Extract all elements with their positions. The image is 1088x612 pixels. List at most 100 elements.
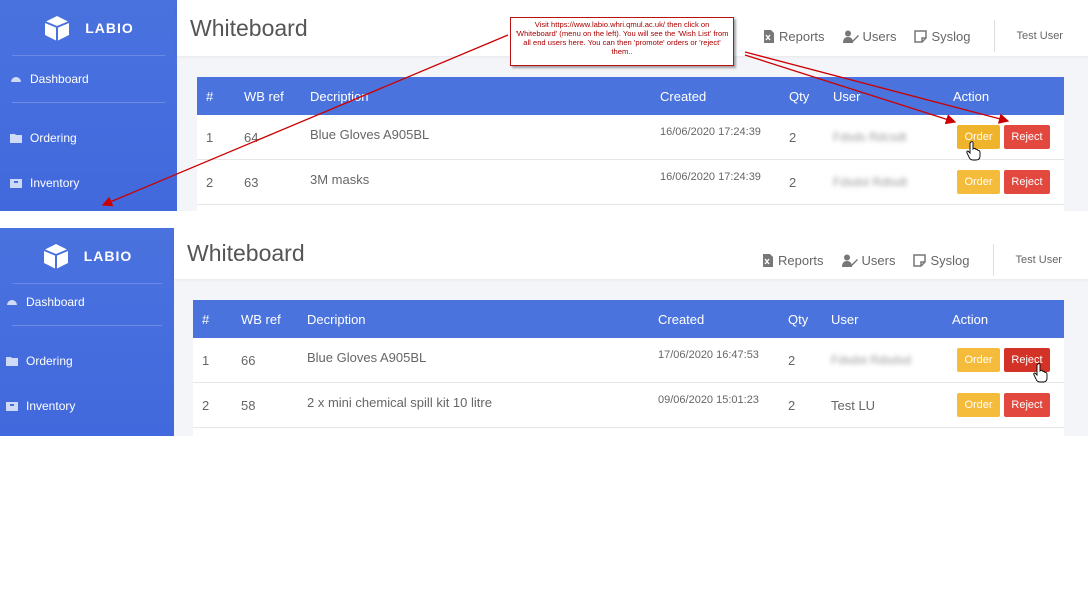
folder-icon (6, 357, 18, 366)
row-description: Blue Gloves A905BL (307, 349, 427, 365)
column-qty: Qty (788, 311, 809, 327)
reports-label: Reports (778, 252, 824, 268)
row-wb-ref: 64 (244, 129, 259, 145)
row-wb-ref: 66 (241, 352, 256, 368)
column-created: Created (660, 88, 707, 104)
syslog-label: Syslog (931, 28, 971, 44)
reject-button[interactable]: Reject (1004, 125, 1050, 149)
reports-link[interactable]: Reports (761, 253, 824, 268)
row-description: 3M masks (310, 171, 370, 187)
reports-link[interactable]: Reports (762, 29, 825, 44)
row-user: Fdsds Rdcsdt (833, 130, 907, 144)
sidebar-item-ordering[interactable]: Ordering (6, 354, 162, 368)
nav-divider (12, 325, 162, 326)
sidebar-item-ordering[interactable]: Ordering (10, 131, 165, 145)
row-created: 16/06/2020 17:24:39 (660, 171, 761, 183)
annotation-callout: Visit https://www.labio.whri.qmul.ac.uk/… (510, 17, 734, 66)
column-action: Action (953, 88, 990, 104)
whiteboard-table: # WB ref Decription Created Qty User Act… (197, 77, 1064, 211)
hand-cursor-icon (966, 141, 981, 161)
row-qty: 2 (789, 129, 797, 145)
brand[interactable]: LABIO (12, 0, 165, 56)
table-row: 1 66 Blue Gloves A905BL 17/06/2020 16:47… (193, 338, 1064, 383)
row-qty: 2 (789, 174, 797, 190)
dashboard-icon (7, 300, 17, 305)
cube-logo-icon (44, 15, 70, 41)
row-number: 2 (206, 174, 214, 190)
top-links: Reports Users Syslog Test User (762, 20, 1063, 52)
table-row: 2 58 2 x mini chemical spill kit 10 litr… (193, 383, 1064, 428)
sidebar-item-inventory[interactable]: Inventory (10, 176, 165, 190)
users-link[interactable]: Users (841, 252, 896, 268)
reject-button[interactable]: Reject (1004, 170, 1050, 194)
dashboard-icon (11, 77, 21, 82)
sidebar: LABIO Dashboard Ordering Inventory (0, 0, 177, 211)
table-header: # WB ref Decription Created Qty User Act… (193, 300, 1064, 338)
order-button[interactable]: Order (957, 170, 1000, 194)
column-qty: Qty (789, 88, 810, 104)
row-description: 2 x mini chemical spill kit 10 litre (307, 394, 492, 410)
nav-divider (12, 102, 165, 103)
brand-name: LABIO (83, 247, 133, 264)
syslog-link[interactable]: Syslog (914, 28, 971, 44)
row-number: 2 (202, 397, 210, 413)
user-edit-icon (841, 254, 858, 267)
note-icon (914, 29, 928, 43)
hand-cursor-icon (1033, 363, 1048, 383)
page-title: Whiteboard (187, 240, 305, 266)
folder-icon (10, 134, 22, 143)
reports-label: Reports (779, 28, 825, 44)
reject-button[interactable]: Reject (1004, 393, 1050, 417)
row-created: 17/06/2020 16:47:53 (658, 349, 759, 361)
row-user: Fdsdst Rdsdsd (831, 353, 912, 367)
topbar-separator (993, 20, 995, 52)
column-action: Action (952, 311, 989, 327)
top-links: Reports Users Syslog Test User (761, 244, 1062, 276)
column-user: User (833, 88, 861, 104)
row-wb-ref: 63 (244, 174, 259, 190)
brand[interactable]: LABIO (12, 228, 162, 284)
sidebar-item-label: Inventory (26, 399, 76, 413)
page-title: Whiteboard (190, 15, 308, 41)
row-user: Fdsdst Rdtsdt (833, 175, 908, 189)
inventory-icon (10, 179, 22, 188)
user-edit-icon (842, 30, 859, 43)
whiteboard-table: # WB ref Decription Created Qty User Act… (193, 300, 1064, 436)
topbar-separator (992, 244, 994, 276)
column-description: Decription (307, 311, 366, 327)
row-number: 1 (202, 352, 210, 368)
row-created: 09/06/2020 15:01:23 (658, 394, 759, 406)
sidebar-item-label: Ordering (26, 354, 73, 368)
row-created: 16/06/2020 17:24:39 (660, 126, 761, 138)
table-row: 1 64 Blue Gloves A905BL 16/06/2020 17:24… (197, 115, 1064, 161)
note-icon (913, 253, 927, 267)
row-user: Test LU (831, 397, 876, 413)
row-wb-ref: 58 (241, 397, 256, 413)
sidebar-item-label: Dashboard (30, 72, 89, 86)
column-number: # (202, 311, 210, 327)
column-wb-ref: WB ref (244, 88, 284, 104)
users-link[interactable]: Users (842, 29, 896, 44)
sidebar-item-dashboard[interactable]: Dashboard (10, 72, 165, 86)
cube-logo-icon (43, 243, 69, 269)
sidebar-item-label: Ordering (30, 131, 77, 145)
column-number: # (206, 88, 214, 104)
sidebar-item-inventory[interactable]: Inventory (6, 399, 162, 413)
excel-file-icon (763, 253, 773, 267)
users-label: Users (861, 252, 896, 268)
column-created: Created (658, 311, 705, 327)
sidebar-item-label: Dashboard (26, 295, 85, 309)
excel-file-icon (764, 29, 774, 43)
current-user[interactable]: Test User (1017, 30, 1063, 42)
order-button[interactable]: Order (957, 348, 1000, 372)
table-header: # WB ref Decription Created Qty User Act… (197, 77, 1064, 115)
current-user[interactable]: Test User (1016, 254, 1062, 266)
syslog-label: Syslog (930, 252, 970, 268)
syslog-link[interactable]: Syslog (913, 252, 970, 268)
order-button[interactable]: Order (957, 393, 1000, 417)
table-row: 2 63 3M masks 16/06/2020 17:24:39 2 Fdsd… (197, 160, 1064, 205)
screenshot-panel-2: LABIO Dashboard Ordering Inventory White… (0, 228, 1088, 436)
row-qty: 2 (788, 352, 796, 368)
column-wb-ref: WB ref (241, 311, 281, 327)
sidebar-item-dashboard[interactable]: Dashboard (6, 295, 162, 309)
